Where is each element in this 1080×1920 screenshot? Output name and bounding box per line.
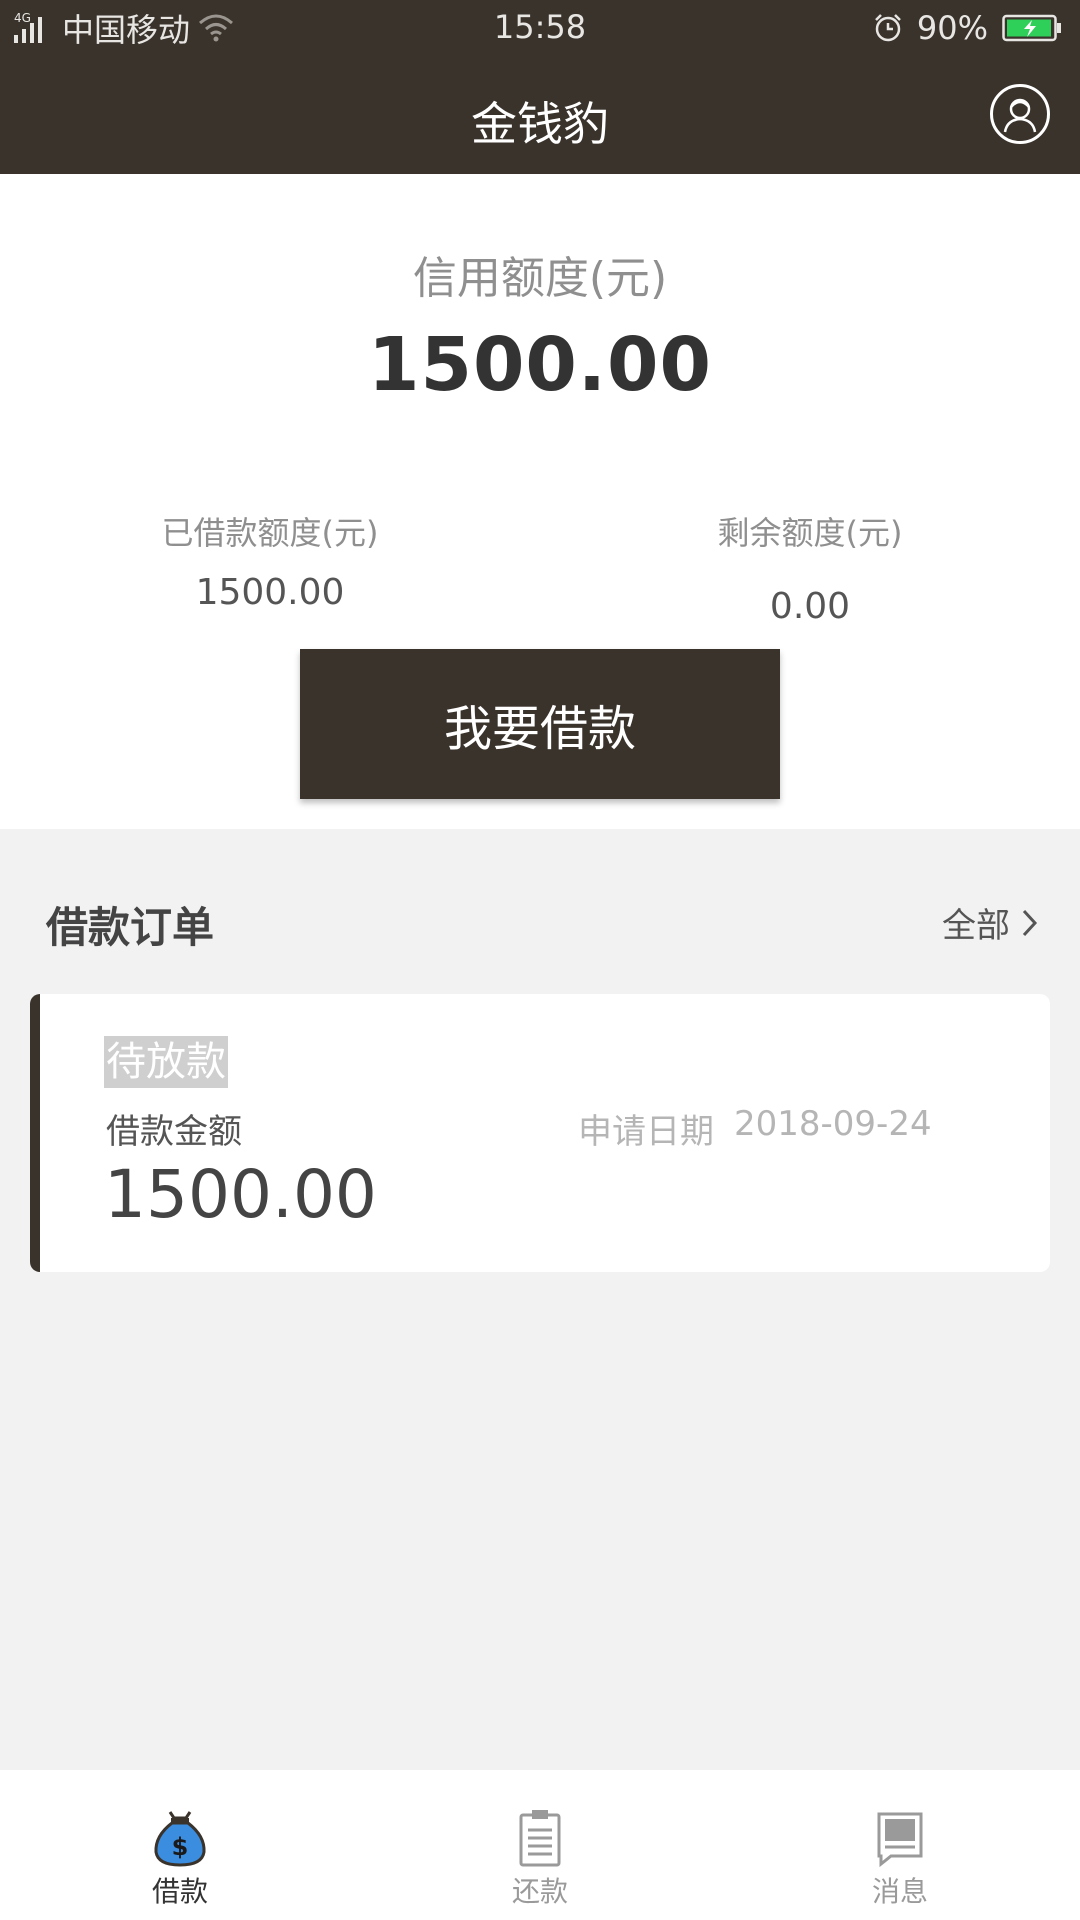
order-card[interactable]: 待放款 借款金额 1500.00 申请日期 2018-09-24 <box>30 994 1050 1272</box>
user-avatar-icon <box>1003 98 1037 133</box>
credit-summary: 信用额度(元) 1500.00 已借款额度(元) 1500.00 剩余额度(元)… <box>0 174 1080 829</box>
view-all-label: 全部 <box>942 906 1010 946</box>
nav-bar: 金钱豹 <box>0 58 1080 174</box>
order-amount-label: 借款金额 <box>106 1112 242 1152</box>
view-all-orders-link[interactable]: 全部 <box>942 898 1040 947</box>
borrowed-label: 已借款额度(元) <box>161 514 379 552</box>
borrow-button[interactable]: 我要借款 <box>300 649 780 799</box>
order-card-accent <box>30 994 40 1272</box>
tab-borrow-label: 借款 <box>151 1875 208 1908</box>
bottom-tab-bar: $ 借款 还款 消息 <box>0 1770 1080 1920</box>
chevron-right-icon <box>1022 909 1038 936</box>
remaining-label: 剩余额度(元) <box>717 514 903 552</box>
order-status-badge: 待放款 <box>104 1036 228 1088</box>
tab-repay-label: 还款 <box>511 1875 568 1908</box>
borrowed-stat: 已借款额度(元) 1500.00 <box>0 508 540 613</box>
tab-messages-label: 消息 <box>871 1875 928 1908</box>
page-title: 金钱豹 <box>471 97 609 151</box>
credit-limit-value: 1500.00 <box>367 322 713 408</box>
remaining-stat: 剩余额度(元) 0.00 <box>540 508 1080 627</box>
profile-button[interactable] <box>990 84 1050 144</box>
battery-percent: 90% <box>916 9 988 47</box>
status-bar: 4G 中国移动 15:58 90% <box>0 0 1080 58</box>
clipboard-icon <box>510 1808 570 1868</box>
battery-charging-icon <box>1002 14 1061 42</box>
tab-borrow[interactable]: $ 借款 <box>0 1770 360 1920</box>
borrowed-value: 1500.00 <box>195 572 345 613</box>
tab-repay[interactable]: 还款 <box>360 1770 720 1920</box>
message-icon <box>870 1808 930 1868</box>
alarm-icon <box>874 14 901 42</box>
orders-section-title: 借款订单 <box>46 903 215 952</box>
status-right: 90% <box>873 8 1062 48</box>
order-apply-date: 申请日期 2018-09-24 <box>578 1104 932 1153</box>
svg-text:$: $ <box>172 1833 189 1861</box>
money-bag-icon: $ <box>150 1808 210 1868</box>
credit-limit-label: 信用额度(元) <box>412 253 668 304</box>
order-amount-value: 1500.00 <box>104 1156 377 1233</box>
tab-messages[interactable]: 消息 <box>720 1770 1080 1920</box>
remaining-value: 0.00 <box>769 586 851 627</box>
order-date-label: 申请日期 <box>578 1112 714 1152</box>
order-date-value: 2018-09-24 <box>734 1104 932 1144</box>
